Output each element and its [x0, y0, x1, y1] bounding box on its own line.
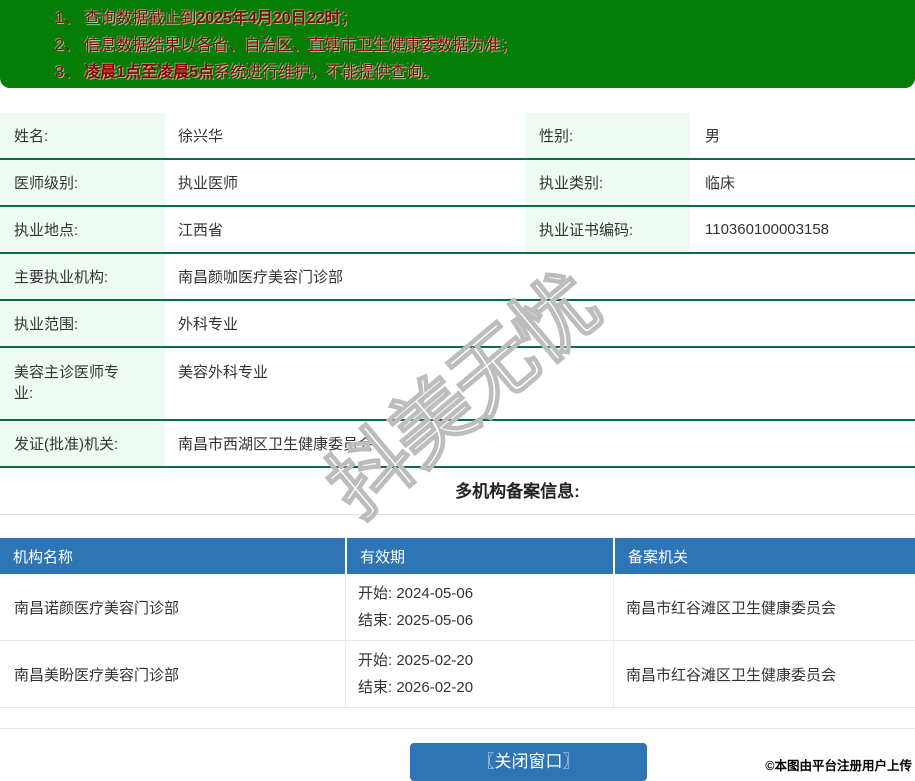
- table-row-name-gender: 姓名: 徐兴华 性别: 男: [0, 113, 915, 160]
- filing-authority: 南昌市红谷滩区卫生健康委员会: [613, 641, 915, 707]
- field-value-gender: 男: [705, 128, 721, 145]
- column-header-org-name: 机构名称: [13, 548, 74, 566]
- filing-row-1: 南昌诺颜医疗美容门诊部 开始: 2024-05-06 结束: 2025-05-0…: [0, 574, 915, 641]
- notice-banner: 1、 查询数据截止到2025年4月20日22时； 2、 信息数据结果以各省、自治…: [0, 0, 915, 88]
- table-row-level-category: 医师级别: 执业医师 执业类别: 临床: [0, 160, 915, 207]
- notice-line-number: 1、: [55, 10, 80, 27]
- filing-org-name: 南昌诺颜医疗美容门诊部: [14, 599, 180, 617]
- field-label-cosmetic-specialty: 美容主诊医师专业:: [0, 348, 165, 419]
- section-title-multi-institution: 多机构备案信息:: [455, 482, 580, 501]
- notice-line-number: 2、: [55, 37, 80, 54]
- column-header-validity: 有效期: [345, 538, 613, 574]
- field-label-practice-location: 执业地点:: [0, 207, 165, 252]
- field-label-name: 姓名:: [0, 113, 165, 158]
- validity-start: 开始: 2025-02-20: [358, 652, 474, 669]
- validity-start: 开始: 2024-05-06: [358, 585, 474, 602]
- section-divider: [0, 514, 915, 515]
- field-label-practice-category: 执业类别:: [525, 160, 690, 205]
- field-label-issuing-authority: 发证(批准)机关:: [0, 421, 165, 466]
- close-window-button[interactable]: 〖关闭窗口〗: [410, 743, 647, 781]
- field-label-main-institution: 主要执业机构:: [0, 254, 165, 299]
- doctor-info-table: 姓名: 徐兴华 性别: 男 医师级别: 执业医师 执业类别: 临床 执业地点: …: [0, 113, 915, 468]
- table-row-cosmetic-specialty: 美容主诊医师专业: 美容外科专业: [0, 348, 915, 421]
- notice-line-3: 3、 凌晨1点至凌晨5点系统进行维护，不能提供查询。: [55, 64, 439, 81]
- table-row-issuing-authority: 发证(批准)机关: 南昌市西湖区卫生健康委员会: [0, 421, 915, 468]
- field-label-gender: 性别:: [525, 113, 690, 158]
- field-value-license-number: 110360100003158: [705, 221, 830, 238]
- notice-line-number: 3、: [55, 64, 80, 81]
- field-value-doctor-level: 执业医师: [178, 175, 239, 192]
- filing-table: 机构名称 有效期 备案机关 南昌诺颜医疗美容门诊部 开始: 2024-05-06…: [0, 538, 915, 708]
- table-row-main-institution: 主要执业机构: 南昌颜咖医疗美容门诊部: [0, 254, 915, 301]
- table-row-location-license: 执业地点: 江西省 执业证书编码: 110360100003158: [0, 207, 915, 254]
- field-value-practice-location: 江西省: [178, 222, 224, 239]
- bottom-divider: [0, 728, 915, 729]
- table-row-practice-scope: 执业范围: 外科专业: [0, 301, 915, 348]
- field-value-main-institution: 南昌颜咖医疗美容门诊部: [178, 269, 344, 286]
- field-value-name: 徐兴华: [178, 128, 224, 145]
- filing-validity: 开始: 2024-05-06 结束: 2025-05-06: [345, 574, 613, 640]
- filing-table-header: 机构名称 有效期 备案机关: [0, 538, 915, 574]
- field-label-license-number: 执业证书编码:: [525, 207, 690, 252]
- field-value-issuing-authority: 南昌市西湖区卫生健康委员会: [178, 436, 374, 453]
- field-label-practice-scope: 执业范围:: [0, 301, 165, 346]
- filing-authority: 南昌市红谷滩区卫生健康委员会: [613, 574, 915, 640]
- filing-org-name: 南昌美盼医疗美容门诊部: [14, 666, 180, 684]
- field-label-doctor-level: 医师级别:: [0, 160, 165, 205]
- validity-end: 结束: 2025-05-06: [358, 612, 474, 629]
- notice-line-2: 2、 信息数据结果以各省、自治区、直辖市卫生健康委数据为准；: [55, 37, 517, 54]
- filing-row-2: 南昌美盼医疗美容门诊部 开始: 2025-02-20 结束: 2026-02-2…: [0, 641, 915, 708]
- field-value-cosmetic-specialty: 美容外科专业: [178, 364, 269, 381]
- field-value-practice-category: 临床: [705, 175, 736, 192]
- notice-line-1: 1、 查询数据截止到2025年4月20日22时；: [55, 10, 357, 27]
- field-value-practice-scope: 外科专业: [178, 316, 239, 333]
- column-header-filing-authority: 备案机关: [613, 538, 915, 574]
- validity-end: 结束: 2026-02-20: [358, 679, 474, 696]
- filing-validity: 开始: 2025-02-20 结束: 2026-02-20: [345, 641, 613, 707]
- attribution-text: ©本图由平台注册用户上传: [765, 759, 912, 773]
